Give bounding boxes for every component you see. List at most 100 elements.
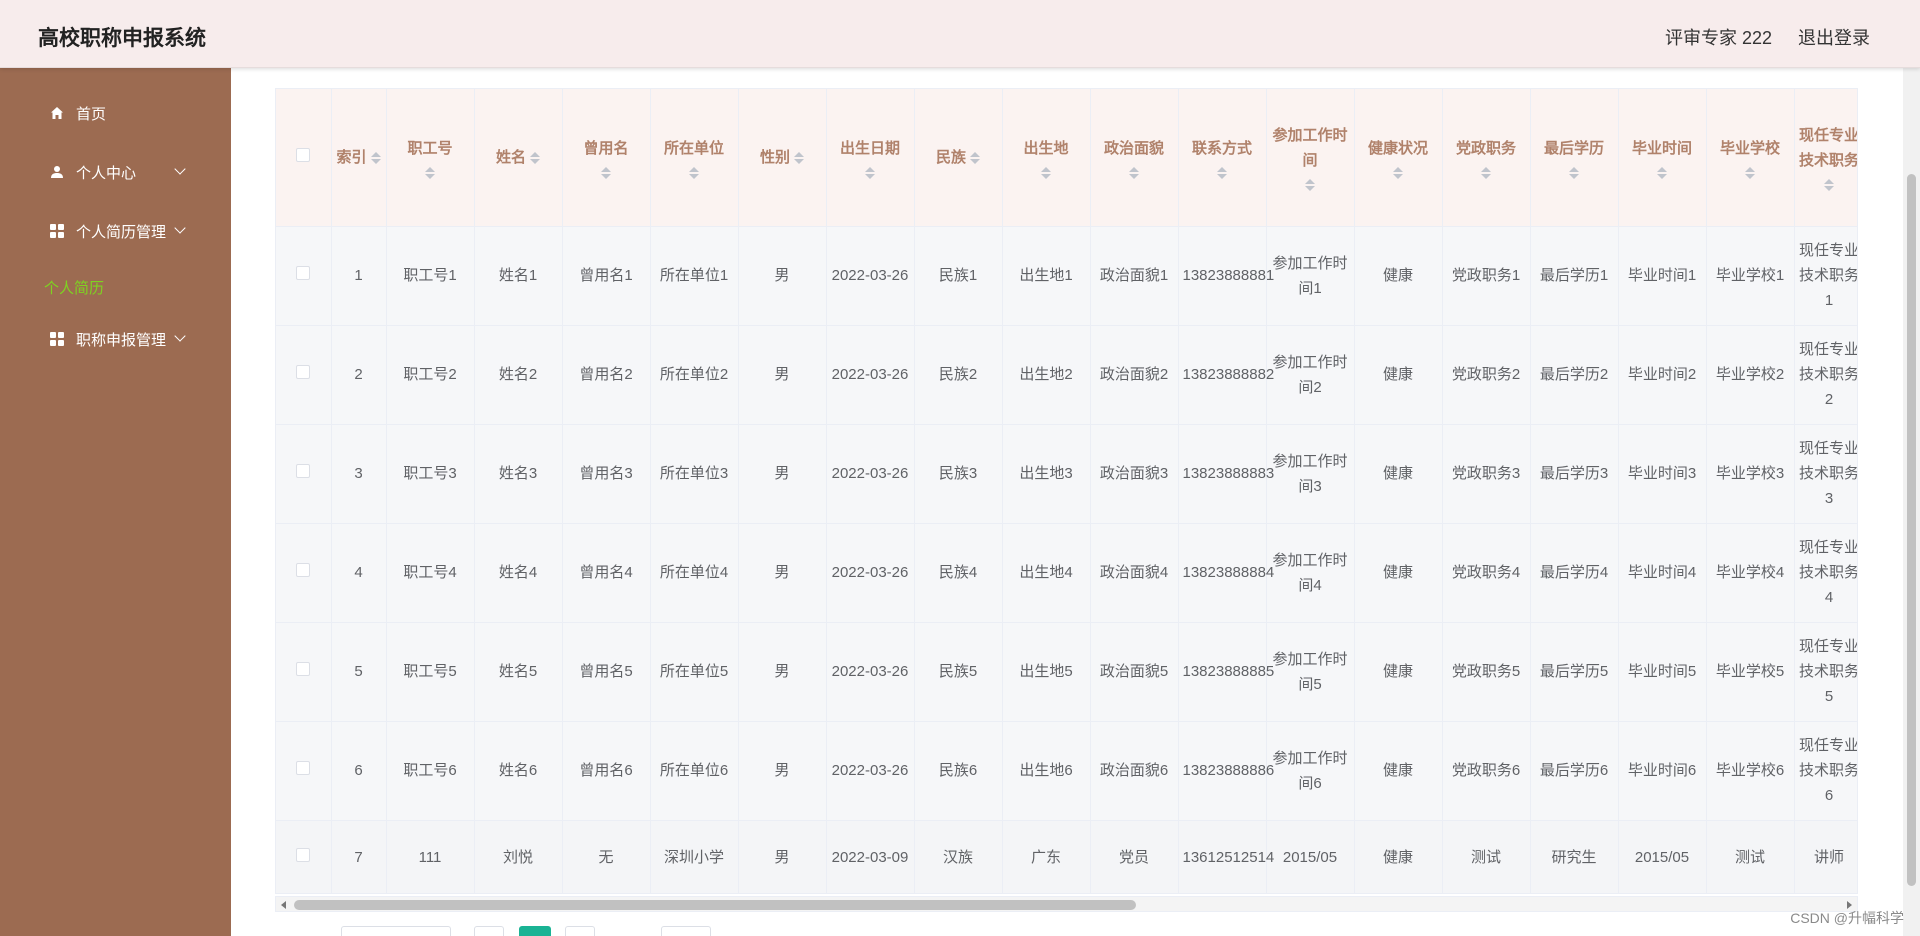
table-cell: 男 (738, 424, 827, 524)
sort-icon[interactable] (865, 166, 875, 179)
table-cell: 广东 (1002, 820, 1091, 893)
column-header[interactable]: 参加工作时间 (1266, 89, 1355, 227)
table-cell: 姓名4 (474, 523, 563, 623)
table-row[interactable]: 3 职工号3 姓名3 曾用名3 所在单位3 男 2022-03-26 民族3 出生地3 政治面貌3… (276, 424, 1857, 524)
sort-icon[interactable] (601, 166, 611, 179)
table-cell: 2 (331, 325, 387, 425)
sidebar-item-home[interactable]: 首页 (0, 93, 231, 133)
table-cell: 13823888883 (1178, 424, 1274, 524)
column-header-label: 政治面貌 (1103, 139, 1164, 157)
column-header[interactable]: 所在单位 (650, 89, 739, 227)
scrollbar-thumb[interactable] (1907, 174, 1916, 886)
table-cell: 男 (738, 820, 827, 893)
sort-icon[interactable] (1217, 166, 1227, 179)
column-header[interactable]: 民族 (914, 89, 1003, 227)
sort-icon[interactable] (1824, 179, 1834, 192)
table-cell: 现任专业技术职务5 (1794, 622, 1857, 722)
sidebar-item-profile[interactable]: 个人中心 (0, 152, 231, 192)
column-header[interactable]: 出生地 (1002, 89, 1091, 227)
scrollbar-thumb[interactable] (294, 900, 1136, 910)
table-cell: 13612512514 (1178, 820, 1274, 893)
sort-icon[interactable] (1041, 166, 1051, 179)
column-header[interactable]: 党政职务 (1442, 89, 1531, 227)
sort-icon[interactable] (689, 166, 699, 179)
sort-icon[interactable] (1393, 166, 1403, 179)
table-row[interactable]: 6 职工号6 姓名6 曾用名6 所在单位6 男 2022-03-26 民族6 出生地6 政治面貌6… (276, 721, 1857, 821)
row-checkbox[interactable] (296, 761, 311, 775)
table-cell: 参加工作时间2 (1266, 325, 1355, 425)
user-label[interactable]: 评审专家 222 (1665, 24, 1772, 50)
column-header[interactable]: 职工号 (386, 89, 475, 227)
prev-page-button[interactable] (474, 926, 504, 936)
table-cell: 健康 (1354, 622, 1443, 722)
page-button-active[interactable] (519, 926, 551, 936)
table-cell: 党政职务2 (1442, 325, 1531, 425)
row-checkbox[interactable] (296, 266, 311, 280)
sidebar-item-title-application[interactable]: 职称申报管理 (0, 319, 231, 359)
table-cell: 毕业学校1 (1706, 226, 1795, 326)
sort-icon[interactable] (425, 166, 435, 179)
row-checkbox[interactable] (296, 662, 311, 676)
sort-icon[interactable] (794, 151, 804, 164)
column-header[interactable]: 索引 (331, 89, 387, 227)
row-checkbox[interactable] (296, 365, 311, 379)
scroll-left-icon[interactable] (281, 901, 286, 909)
table-cell: 深圳小学 (650, 820, 739, 893)
table-cell: 所在单位3 (650, 424, 739, 524)
table-cell: 姓名1 (474, 226, 563, 326)
row-checkbox[interactable] (296, 848, 311, 862)
table-row[interactable]: 4 职工号4 姓名4 曾用名4 所在单位4 男 2022-03-26 民族4 出生地4 政治面貌4… (276, 523, 1857, 623)
sort-icon[interactable] (1569, 166, 1579, 179)
table-cell: 职工号2 (386, 325, 475, 425)
table-row[interactable]: 1 职工号1 姓名1 曾用名1 所在单位1 男 2022-03-26 民族1 出生地1 政治面貌1… (276, 226, 1857, 326)
column-header[interactable]: 性别 (738, 89, 827, 227)
row-checkbox[interactable] (296, 563, 311, 577)
row-checkbox[interactable] (296, 464, 311, 478)
column-header[interactable]: 最后学历 (1530, 89, 1619, 227)
pagination (275, 926, 875, 936)
table-cell: 政治面貌3 (1090, 424, 1179, 524)
table-row[interactable]: 5 职工号5 姓名5 曾用名5 所在单位5 男 2022-03-26 民族5 出生地5 政治面貌5… (276, 622, 1857, 722)
sort-icon[interactable] (970, 151, 980, 164)
sort-icon[interactable] (1129, 166, 1139, 179)
horizontal-scrollbar[interactable] (275, 896, 1858, 912)
page-size-select[interactable] (341, 926, 451, 936)
table-cell: 职工号5 (386, 622, 475, 722)
column-header[interactable]: 现任专业技术职务 (1794, 89, 1857, 227)
column-header[interactable]: 姓名 (474, 89, 563, 227)
sort-icon[interactable] (530, 151, 540, 164)
table-cell: 无 (562, 820, 651, 893)
table-cell: 政治面貌4 (1090, 523, 1179, 623)
logout-button[interactable]: 退出登录 (1798, 24, 1870, 50)
table-cell: 毕业时间3 (1618, 424, 1707, 524)
table-cell: 现任专业技术职务1 (1794, 226, 1857, 326)
sort-icon[interactable] (1305, 179, 1315, 192)
sort-icon[interactable] (1745, 166, 1755, 179)
next-page-button[interactable] (565, 926, 595, 936)
table-cell: 职工号1 (386, 226, 475, 326)
table-cell: 姓名6 (474, 721, 563, 821)
column-header-label: 出生日期 (839, 139, 900, 157)
select-all-checkbox[interactable] (296, 147, 311, 162)
page-jump-input[interactable] (661, 926, 711, 936)
sort-icon[interactable] (1657, 166, 1667, 179)
column-header[interactable]: 政治面貌 (1090, 89, 1179, 227)
table-row[interactable]: 2 职工号2 姓名2 曾用名2 所在单位2 男 2022-03-26 民族2 出生地2 政治面貌2… (276, 325, 1857, 425)
table-cell: 所在单位1 (650, 226, 739, 326)
vertical-scrollbar[interactable] (1903, 68, 1920, 936)
column-header[interactable]: 毕业时间 (1618, 89, 1707, 227)
table-cell: 男 (738, 721, 827, 821)
column-header[interactable]: 健康状况 (1354, 89, 1443, 227)
home-icon (51, 107, 63, 119)
sort-icon[interactable] (1481, 166, 1491, 179)
column-header[interactable]: 曾用名 (562, 89, 651, 227)
column-header[interactable]: 联系方式 (1178, 89, 1267, 227)
sidebar-subitem-resume[interactable]: 个人简历 (44, 277, 104, 298)
table-row[interactable]: 7 111 刘悦无深圳小学男 2022-03-09 汉族 广东 党员 13612512514 2… (276, 820, 1857, 893)
sidebar-item-resume-management[interactable]: 个人简历管理 (0, 211, 231, 251)
table-cell: 曾用名5 (562, 622, 651, 722)
table-cell: 所在单位6 (650, 721, 739, 821)
column-header[interactable]: 出生日期 (826, 89, 915, 227)
column-header[interactable]: 毕业学校 (1706, 89, 1795, 227)
sort-icon[interactable] (370, 151, 381, 164)
